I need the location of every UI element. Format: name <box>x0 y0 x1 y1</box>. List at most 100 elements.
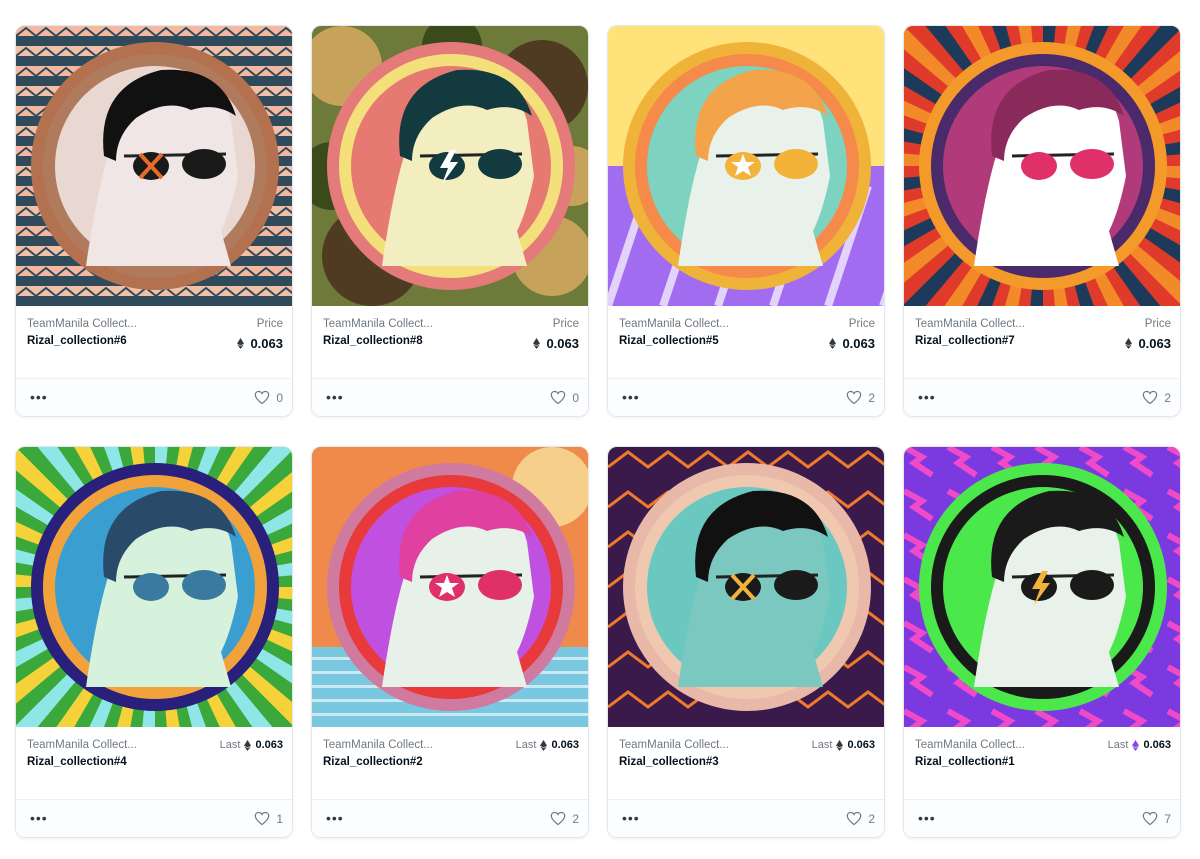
more-options-icon[interactable]: ••• <box>326 389 344 405</box>
last-sale: Last 0.063 <box>812 739 875 751</box>
collection-name[interactable]: TeamManila Collect... <box>323 318 433 330</box>
more-options-icon[interactable]: ••• <box>622 389 640 405</box>
card-info: TeamManila Collect... Rizal_collection#2 L… <box>312 727 588 799</box>
favorite-count: 2 <box>868 390 875 405</box>
card-info: TeamManila Collect... Rizal_collection#6 P… <box>16 306 292 378</box>
card-footer: ••• 1 <box>16 799 292 837</box>
card-info: TeamManila Collect... Rizal_collection#3 L… <box>608 727 884 799</box>
nft-image[interactable] <box>16 26 292 306</box>
nft-card[interactable]: TeamManila Collect... Rizal_collection#5 P… <box>607 25 885 417</box>
price-value: 0.063 <box>546 336 579 351</box>
favorite-button[interactable]: 0 <box>254 390 283 405</box>
nft-card[interactable]: TeamManila Collect... Rizal_collection#3 L… <box>607 446 885 838</box>
favorite-count: 2 <box>1164 390 1171 405</box>
last-sale-label: Last <box>219 739 241 751</box>
price-label: Price <box>256 318 283 330</box>
favorite-button[interactable]: 2 <box>550 811 579 826</box>
price: 0.063 <box>829 336 875 351</box>
price: 0.063 <box>237 336 283 351</box>
favorite-count: 2 <box>868 811 875 826</box>
collection-name[interactable]: TeamManila Collect... <box>619 739 729 751</box>
nft-card[interactable]: TeamManila Collect... Rizal_collection#2 L… <box>311 446 589 838</box>
nft-name[interactable]: Rizal_collection#7 <box>915 335 1015 347</box>
nft-card[interactable]: TeamManila Collect... Rizal_collection#6 P… <box>15 25 293 417</box>
nft-name[interactable]: Rizal_collection#3 <box>619 756 719 768</box>
favorite-count: 7 <box>1164 811 1171 826</box>
collection-name[interactable]: TeamManila Collect... <box>619 318 729 330</box>
heart-icon[interactable] <box>846 811 862 826</box>
ethereum-icon <box>1132 739 1140 751</box>
nft-image[interactable] <box>904 447 1180 727</box>
last-sale-label: Last <box>515 739 537 751</box>
card-footer: ••• 7 <box>904 799 1180 837</box>
more-options-icon[interactable]: ••• <box>30 389 48 405</box>
more-options-icon[interactable]: ••• <box>326 810 344 826</box>
heart-icon[interactable] <box>254 811 270 826</box>
nft-image[interactable] <box>312 447 588 727</box>
nft-name[interactable]: Rizal_collection#6 <box>27 335 127 347</box>
more-options-icon[interactable]: ••• <box>622 810 640 826</box>
last-sale-value: 0.063 <box>255 739 283 751</box>
collection-name[interactable]: TeamManila Collect... <box>27 318 137 330</box>
heart-icon[interactable] <box>1142 811 1158 826</box>
collection-name[interactable]: TeamManila Collect... <box>915 318 1025 330</box>
price: 0.063 <box>1125 336 1171 351</box>
favorite-button[interactable]: 2 <box>846 811 875 826</box>
nft-card[interactable]: TeamManila Collect... Rizal_collection#4 L… <box>15 446 293 838</box>
card-info: TeamManila Collect... Rizal_collection#4 L… <box>16 727 292 799</box>
card-info: TeamManila Collect... Rizal_collection#8 P… <box>312 306 588 378</box>
card-footer: ••• 2 <box>608 799 884 837</box>
price-value: 0.063 <box>842 336 875 351</box>
collection-name[interactable]: TeamManila Collect... <box>915 739 1025 751</box>
heart-icon[interactable] <box>550 390 566 405</box>
nft-name[interactable]: Rizal_collection#5 <box>619 335 719 347</box>
favorite-button[interactable]: 0 <box>550 390 579 405</box>
heart-icon[interactable] <box>846 390 862 405</box>
card-info: TeamManila Collect... Rizal_collection#5 P… <box>608 306 884 378</box>
collection-name[interactable]: TeamManila Collect... <box>323 739 433 751</box>
nft-image[interactable] <box>312 26 588 306</box>
favorite-button[interactable]: 7 <box>1142 811 1171 826</box>
nft-card[interactable]: TeamManila Collect... Rizal_collection#7 P… <box>903 25 1181 417</box>
nft-name[interactable]: Rizal_collection#1 <box>915 756 1015 768</box>
favorite-button[interactable]: 1 <box>254 811 283 826</box>
ethereum-icon <box>540 739 548 751</box>
last-sale-value: 0.063 <box>847 739 875 751</box>
card-footer: ••• 2 <box>904 378 1180 416</box>
heart-icon[interactable] <box>254 390 270 405</box>
heart-icon[interactable] <box>550 811 566 826</box>
last-sale-value: 0.063 <box>551 739 579 751</box>
nft-name[interactable]: Rizal_collection#2 <box>323 756 423 768</box>
nft-name[interactable]: Rizal_collection#8 <box>323 335 423 347</box>
ethereum-icon <box>829 338 837 349</box>
nft-card[interactable]: TeamManila Collect... Rizal_collection#8 P… <box>311 25 589 417</box>
ethereum-icon <box>533 338 541 349</box>
favorite-count: 1 <box>276 811 283 826</box>
nft-card[interactable]: TeamManila Collect... Rizal_collection#1 L… <box>903 446 1181 838</box>
nft-image[interactable] <box>608 26 884 306</box>
more-options-icon[interactable]: ••• <box>918 810 936 826</box>
price-value: 0.063 <box>1138 336 1171 351</box>
card-footer: ••• 2 <box>608 378 884 416</box>
price-label: Price <box>1144 318 1171 330</box>
card-footer: ••• 2 <box>312 799 588 837</box>
last-sale: Last 0.063 <box>220 739 283 751</box>
collection-name[interactable]: TeamManila Collect... <box>27 739 137 751</box>
last-sale-label: Last <box>811 739 833 751</box>
card-info: TeamManila Collect... Rizal_collection#7 P… <box>904 306 1180 378</box>
ethereum-icon <box>836 739 844 751</box>
more-options-icon[interactable]: ••• <box>30 810 48 826</box>
card-footer: ••• 0 <box>312 378 588 416</box>
last-sale-value: 0.063 <box>1143 739 1171 751</box>
nft-image[interactable] <box>904 26 1180 306</box>
favorite-button[interactable]: 2 <box>1142 390 1171 405</box>
card-info: TeamManila Collect... Rizal_collection#1 L… <box>904 727 1180 799</box>
heart-icon[interactable] <box>1142 390 1158 405</box>
nft-image[interactable] <box>608 447 884 727</box>
nft-name[interactable]: Rizal_collection#4 <box>27 756 127 768</box>
more-options-icon[interactable]: ••• <box>918 389 936 405</box>
nft-image[interactable] <box>16 447 292 727</box>
ethereum-icon <box>237 338 245 349</box>
favorite-button[interactable]: 2 <box>846 390 875 405</box>
price-value: 0.063 <box>250 336 283 351</box>
